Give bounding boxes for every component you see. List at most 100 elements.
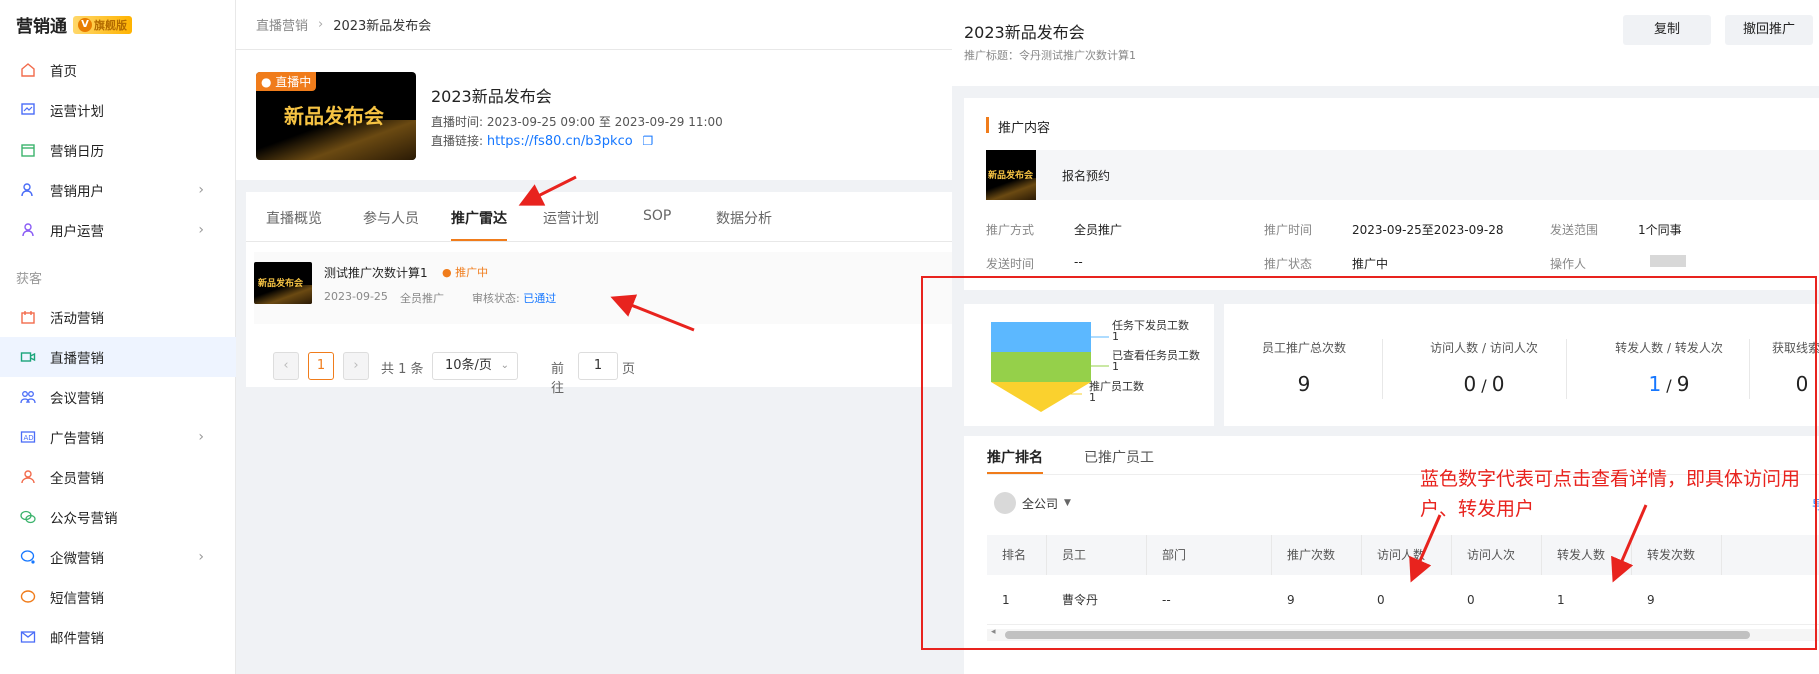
sidebar-item-label: 短信营销	[50, 591, 104, 607]
sidebar-item-label: 运营计划	[50, 104, 104, 120]
sidebar-item-official-account[interactable]: 公众号营销	[0, 497, 236, 537]
sidebar-item-label: 会议营销	[50, 391, 104, 407]
page-size-value: 10条/页	[445, 358, 492, 373]
annotation-text: 蓝色数字代表可点击查看详情，即具体访问用户、转发用户	[1420, 468, 1801, 520]
content-item[interactable]: 新品发布会 报名预约	[986, 150, 1819, 200]
live-time-value: 2023-09-25 09:00 至 2023-09-29 11:00	[486, 115, 723, 129]
goto-label: 前往	[551, 362, 565, 396]
section-marker	[986, 117, 989, 133]
sidebar-item-label: 直播营销	[50, 351, 104, 367]
breadcrumb-parent[interactable]: 直播营销	[256, 15, 308, 34]
tab-promo-radar[interactable]: 推广雷达	[451, 208, 507, 228]
sidebar-item-sms[interactable]: 短信营销	[0, 577, 236, 617]
sidebar-item-ads[interactable]: AD 广告营销 ›	[0, 417, 236, 457]
withdraw-button[interactable]: 撤回推广	[1725, 15, 1813, 45]
sidebar-item-label: 营销用户	[50, 184, 104, 200]
live-time-label: 直播时间:	[431, 115, 484, 129]
live-status-tag: ● 直播中	[256, 72, 317, 91]
sidebar-item-label: 用户运营	[50, 224, 104, 240]
home-icon	[20, 62, 36, 78]
tab-participants[interactable]: 参与人员	[363, 208, 419, 228]
meeting-icon	[20, 389, 36, 405]
panel-title: 2023新品发布会	[964, 23, 1085, 42]
users-icon	[20, 182, 36, 198]
next-page-button[interactable]: ›	[343, 352, 369, 380]
tab-sop[interactable]: SOP	[643, 208, 671, 224]
calendar-icon	[20, 142, 36, 158]
staff-icon	[20, 469, 36, 485]
promo-status-label: 推广中	[455, 266, 489, 279]
sidebar-item-all-staff[interactable]: 全员营销	[0, 457, 236, 497]
field-value: --	[1074, 255, 1083, 269]
sidebar-item-calendar[interactable]: 营销日历	[0, 130, 236, 170]
field-value: 1个同事	[1638, 223, 1682, 237]
live-title: 2023新品发布会	[431, 87, 552, 106]
field-value: 2023-09-25至2023-09-28	[1352, 223, 1504, 237]
operator-avatar-blurred	[1650, 255, 1686, 267]
sidebar-item-wecom[interactable]: 企微营销 ›	[0, 537, 236, 577]
prev-page-button[interactable]: ‹	[273, 352, 299, 380]
brand: 营销通 V 旗舰版	[16, 12, 132, 37]
sidebar-item-users[interactable]: 营销用户 ›	[0, 170, 236, 210]
sidebar-item-email[interactable]: 邮件营销	[0, 617, 236, 657]
crown-icon: V	[78, 17, 92, 32]
field-label: 推广方式	[986, 223, 1035, 237]
wecom-icon	[20, 549, 36, 565]
tab-bar: 直播概览 参与人员 推广雷达 运营计划 SOP 数据分析	[246, 192, 952, 242]
brand-name: 营销通	[16, 17, 67, 37]
page-suffix: 页	[622, 362, 636, 377]
cover-text: 新品发布会	[258, 279, 304, 289]
field-value: 推广中	[1352, 257, 1389, 271]
field-value: 全员推广	[1074, 223, 1123, 237]
total-count: 共 1 条	[381, 362, 424, 377]
sidebar-item-live[interactable]: 直播营销	[0, 337, 236, 377]
sidebar-item-label: 营销日历	[50, 144, 104, 160]
copy-icon[interactable]: ❐	[643, 134, 654, 148]
sidebar-item-meeting[interactable]: 会议营销	[0, 377, 236, 417]
edition-label: 旗舰版	[94, 18, 127, 32]
review-label: 审核状态:	[472, 292, 520, 305]
sidebar-item-event[interactable]: 活动营销	[0, 297, 236, 337]
sidebar-item-home[interactable]: 首页	[0, 50, 236, 90]
tab-analytics[interactable]: 数据分析	[716, 208, 772, 228]
sidebar-item-label: 全员营销	[50, 471, 104, 487]
sidebar-item-user-ops[interactable]: 用户运营 ›	[0, 210, 236, 250]
chevron-right-icon: ›	[198, 222, 204, 238]
live-status-label: 直播中	[275, 75, 312, 89]
goto-page-input[interactable]: 1	[578, 352, 618, 380]
field-label: 发送范围	[1550, 223, 1599, 237]
content-item-name: 报名预约	[1062, 169, 1111, 183]
live-info-card: 新品发布会 ● 直播中 2023新品发布会 直播时间: 2023-09-25 0…	[236, 50, 952, 180]
mail-icon	[20, 629, 36, 645]
list-item[interactable]: 新品发布会 测试推广次数计算1 ● 推广中 2023-09-25 全员推广 审核…	[254, 252, 952, 324]
review-value: 已通过	[523, 292, 557, 305]
live-link-url[interactable]: https://fs80.cn/b3pkco	[487, 134, 633, 149]
breadcrumb-current: 2023新品发布会	[333, 19, 432, 34]
copy-button[interactable]: 复制	[1623, 15, 1711, 45]
live-link-label: 直播链接:	[431, 134, 484, 148]
sidebar-item-label: 邮件营销	[50, 631, 104, 647]
event-icon	[20, 309, 36, 325]
breadcrumb-separator-icon: ›	[318, 17, 324, 32]
tab-overview[interactable]: 直播概览	[266, 208, 322, 228]
section-label: 获客	[16, 272, 43, 287]
sidebar-item-label: 公众号营销	[50, 511, 118, 527]
sidebar-item-label: 活动营销	[50, 311, 104, 327]
sidebar-item-label: 首页	[50, 64, 77, 80]
section-title: 推广内容	[998, 121, 1051, 136]
tab-ops-plan[interactable]: 运营计划	[543, 208, 599, 228]
promo-list: 新品发布会 测试推广次数计算1 ● 推广中 2023-09-25 全员推广 审核…	[246, 242, 952, 396]
cover-text: 新品发布会	[284, 104, 384, 128]
sidebar-item-label: 企微营销	[50, 551, 104, 567]
content-cover-image: 新品发布会	[986, 150, 1036, 200]
sidebar-item-ops-plan[interactable]: 运营计划	[0, 90, 236, 130]
page-size-select[interactable]: 10条/页 ⌄	[432, 352, 518, 380]
promo-cover-image: 新品发布会	[254, 262, 312, 304]
field-label: 推广状态	[1264, 257, 1313, 271]
sms-icon	[20, 589, 36, 605]
promo-name: 测试推广次数计算1	[324, 266, 428, 280]
cover-text: 新品发布会	[988, 171, 1034, 181]
page-1-button[interactable]: 1	[308, 352, 334, 380]
promo-scope: 全员推广	[400, 292, 444, 305]
panel-header: 2023新品发布会 推广标题：令丹测试推广次数计算1 复制 撤回推广	[952, 0, 1819, 86]
